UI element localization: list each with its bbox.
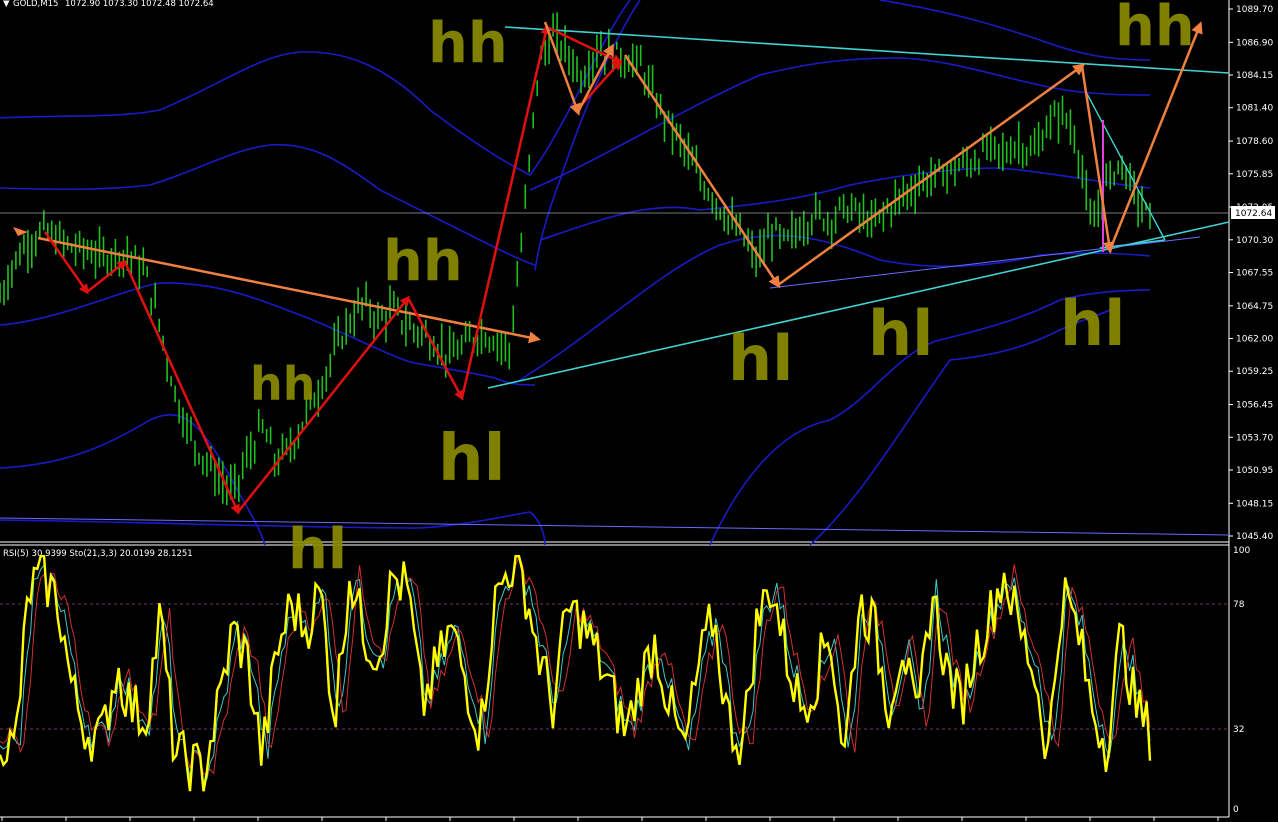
annotation-hl-4: hl bbox=[868, 297, 933, 370]
price-tick-label: 1048.15 bbox=[1236, 499, 1273, 509]
annotation-hl-5: hl bbox=[1060, 287, 1125, 360]
price-tick-label: 1075.85 bbox=[1236, 170, 1273, 180]
annotation-hh-2: hh bbox=[383, 229, 463, 294]
annotation-hh-4: hh bbox=[1115, 0, 1195, 59]
trading-chart-canvas[interactable]: ▼ GOLD,M15 1072.90 1073.30 1072.48 1072.… bbox=[0, 0, 1278, 822]
current-price-label: 1072.64 bbox=[1235, 209, 1272, 219]
indicator-level-100: 100 bbox=[1233, 546, 1250, 556]
price-tick-label: 1067.55 bbox=[1236, 269, 1273, 279]
indicator-header: RSI(5) 30.9399 Sto(21,3,3) 20.0199 28.12… bbox=[3, 549, 193, 559]
annotation-hl-1: hl bbox=[438, 422, 506, 496]
price-tick-label: 1086.90 bbox=[1236, 38, 1273, 48]
price-tick-label: 1078.60 bbox=[1236, 137, 1273, 147]
price-tick-label: 1062.00 bbox=[1236, 335, 1273, 345]
price-tick-label: 1053.70 bbox=[1236, 433, 1273, 443]
chart-header-ohlc: 1072.90 1073.30 1072.48 1072.64 bbox=[65, 0, 214, 9]
price-tick-label: 1084.15 bbox=[1236, 71, 1273, 81]
chart-header-symbol: GOLD,M15 bbox=[13, 0, 58, 9]
indicator-level-78: 78 bbox=[1233, 600, 1245, 610]
price-tick-label: 1064.75 bbox=[1236, 302, 1273, 312]
price-tick-label: 1059.25 bbox=[1236, 367, 1273, 377]
annotation-hh-1: hh bbox=[428, 11, 508, 76]
price-tick-label: 1050.95 bbox=[1236, 466, 1273, 476]
price-tick-label: 1089.70 bbox=[1236, 5, 1273, 15]
price-tick-label: 1056.45 bbox=[1236, 401, 1273, 411]
annotation-hl-2: hl bbox=[288, 517, 347, 582]
indicator-level-32: 32 bbox=[1233, 725, 1244, 735]
annotation-hl-3: hl bbox=[728, 322, 793, 395]
price-tick-label: 1081.40 bbox=[1236, 104, 1273, 114]
price-tick-label: 1070.30 bbox=[1236, 236, 1273, 246]
chart-header-symbol-arrow: ▼ bbox=[3, 0, 10, 9]
indicator-level-0: 0 bbox=[1233, 805, 1239, 815]
annotation-hh-3: hh bbox=[250, 357, 316, 411]
price-tick-label: 1045.40 bbox=[1236, 532, 1273, 542]
